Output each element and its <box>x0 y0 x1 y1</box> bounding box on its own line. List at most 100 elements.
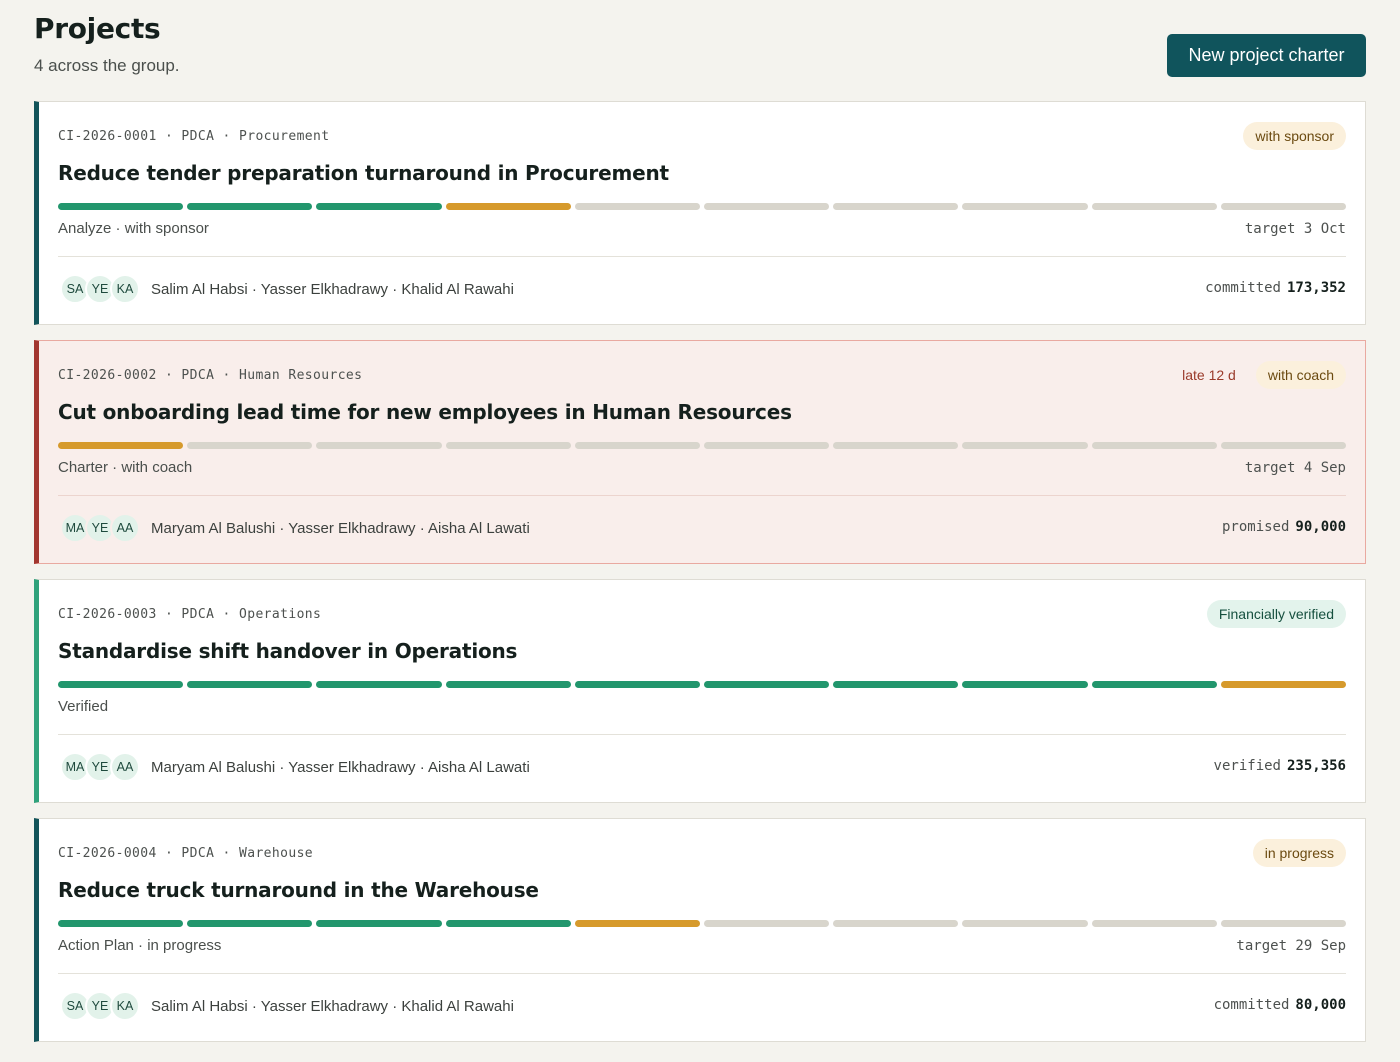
progress-step <box>1091 681 1217 688</box>
project-badges: Financially verified <box>1206 600 1346 628</box>
project-card[interactable]: CI-2026-0001 · PDCA · Procurement with s… <box>34 101 1366 325</box>
progress-step <box>445 920 571 927</box>
progress-step <box>962 920 1088 927</box>
savings-label: committed <box>1213 997 1290 1013</box>
savings-label: committed <box>1205 280 1281 296</box>
project-title[interactable]: Reduce tender preparation turnaround in … <box>58 161 669 185</box>
progress-step <box>962 681 1088 688</box>
progress-step <box>962 442 1088 449</box>
progress-step <box>574 920 701 927</box>
project-card[interactable]: CI-2026-0003 · PDCA · Operations Financi… <box>34 579 1366 803</box>
project-title[interactable]: Reduce truck turnaround in the Warehouse <box>58 878 539 902</box>
avatar-group: SA YE KA <box>60 991 140 1021</box>
avatar: KA <box>110 274 140 304</box>
project-title[interactable]: Cut onboarding lead time for new employe… <box>58 400 792 424</box>
progress-step <box>445 203 571 210</box>
project-meta: CI-2026-0004 · PDCA · Warehouse <box>58 846 314 861</box>
status-badge: in progress <box>1252 839 1346 867</box>
project-stage: Charter · with coach <box>58 459 193 476</box>
team-members: Maryam Al Balushi · Yasser Elkhadrawy · … <box>151 519 530 537</box>
team-members: Salim Al Habsi · Yasser Elkhadrawy · Kha… <box>151 280 514 298</box>
late-indicator: late 12 d <box>1182 367 1236 383</box>
team-row: SA YE KA Salim Al Habsi · Yasser Elkhadr… <box>60 991 514 1021</box>
new-project-charter-button[interactable]: New project charter <box>1167 34 1366 77</box>
target-date: target 3 Oct <box>1244 221 1346 237</box>
target-date: target 4 Sep <box>1244 460 1346 476</box>
divider <box>58 734 1346 735</box>
progress-bar <box>58 442 1347 449</box>
progress-step <box>187 920 313 927</box>
avatar-group: MA YE AA <box>60 752 140 782</box>
avatar-group: SA YE KA <box>60 274 140 304</box>
status-badge: with sponsor <box>1243 122 1346 150</box>
savings-value: 80,000 <box>1295 997 1346 1013</box>
progress-step <box>704 920 830 927</box>
team-row: SA YE KA Salim Al Habsi · Yasser Elkhadr… <box>60 274 514 304</box>
progress-step <box>316 203 442 210</box>
project-stage: Analyze · with sponsor <box>58 220 209 237</box>
progress-step <box>1091 920 1217 927</box>
progress-step <box>1220 203 1347 210</box>
project-stage: Verified <box>58 698 109 715</box>
progress-step <box>316 920 442 927</box>
progress-step <box>445 442 571 449</box>
page-subtitle: 4 across the group. <box>34 56 180 75</box>
savings-amount: committed 80,000 <box>1214 997 1346 1013</box>
progress-step <box>58 442 184 449</box>
project-badges: with sponsor <box>1243 122 1346 150</box>
team-members: Salim Al Habsi · Yasser Elkhadrawy · Kha… <box>151 997 514 1015</box>
savings-value: 173,352 <box>1286 280 1346 296</box>
progress-bar <box>58 681 1347 688</box>
savings-value: 235,356 <box>1286 758 1346 774</box>
project-card[interactable]: CI-2026-0004 · PDCA · Warehouse in progr… <box>34 818 1366 1042</box>
progress-step <box>187 203 313 210</box>
status-badge: Financially verified <box>1206 600 1346 628</box>
progress-step <box>833 920 959 927</box>
status-badge: with coach <box>1255 361 1346 389</box>
avatar: KA <box>110 991 140 1021</box>
progress-step <box>833 442 959 449</box>
progress-step <box>58 920 184 927</box>
project-badges: in progress <box>1252 839 1346 867</box>
avatar: AA <box>110 752 140 782</box>
project-card[interactable]: CI-2026-0002 · PDCA · Human Resources la… <box>34 340 1366 564</box>
avatar-group: MA YE AA <box>60 513 140 543</box>
progress-step <box>962 203 1088 210</box>
progress-step <box>1220 442 1347 449</box>
project-title[interactable]: Standardise shift handover in Operations <box>58 639 517 663</box>
savings-value: 90,000 <box>1295 519 1346 535</box>
progress-step <box>1091 442 1217 449</box>
progress-bar <box>58 203 1347 210</box>
progress-step <box>58 681 184 688</box>
project-meta: CI-2026-0003 · PDCA · Operations <box>58 607 322 622</box>
target-date: target 29 Sep <box>1236 938 1346 954</box>
savings-amount: committed 173,352 <box>1205 280 1346 296</box>
progress-step <box>187 442 313 449</box>
team-members: Maryam Al Balushi · Yasser Elkhadrawy · … <box>151 758 530 776</box>
savings-label: promised <box>1221 519 1290 535</box>
progress-step <box>704 442 830 449</box>
divider <box>58 973 1346 974</box>
project-meta: CI-2026-0002 · PDCA · Human Resources <box>58 368 363 383</box>
progress-step <box>833 681 959 688</box>
progress-step <box>1091 203 1217 210</box>
progress-step <box>704 203 830 210</box>
progress-step <box>187 681 313 688</box>
page-header: Projects 4 across the group. New project… <box>34 12 1366 82</box>
project-meta: CI-2026-0001 · PDCA · Procurement <box>58 129 330 144</box>
progress-step <box>316 442 442 449</box>
divider <box>58 495 1346 496</box>
progress-step <box>1220 681 1347 688</box>
project-badges: late 12 d with coach <box>1182 361 1346 389</box>
progress-step <box>574 203 701 210</box>
progress-step <box>833 203 959 210</box>
progress-bar <box>58 920 1347 927</box>
savings-amount: promised 90,000 <box>1222 519 1346 535</box>
project-stage: Action Plan · in progress <box>58 937 222 954</box>
team-row: MA YE AA Maryam Al Balushi · Yasser Elkh… <box>60 513 530 543</box>
divider <box>58 256 1346 257</box>
savings-label: verified <box>1213 758 1281 774</box>
savings-amount: verified 235,356 <box>1214 758 1346 774</box>
avatar: AA <box>110 513 140 543</box>
page-title: Projects <box>34 12 161 45</box>
